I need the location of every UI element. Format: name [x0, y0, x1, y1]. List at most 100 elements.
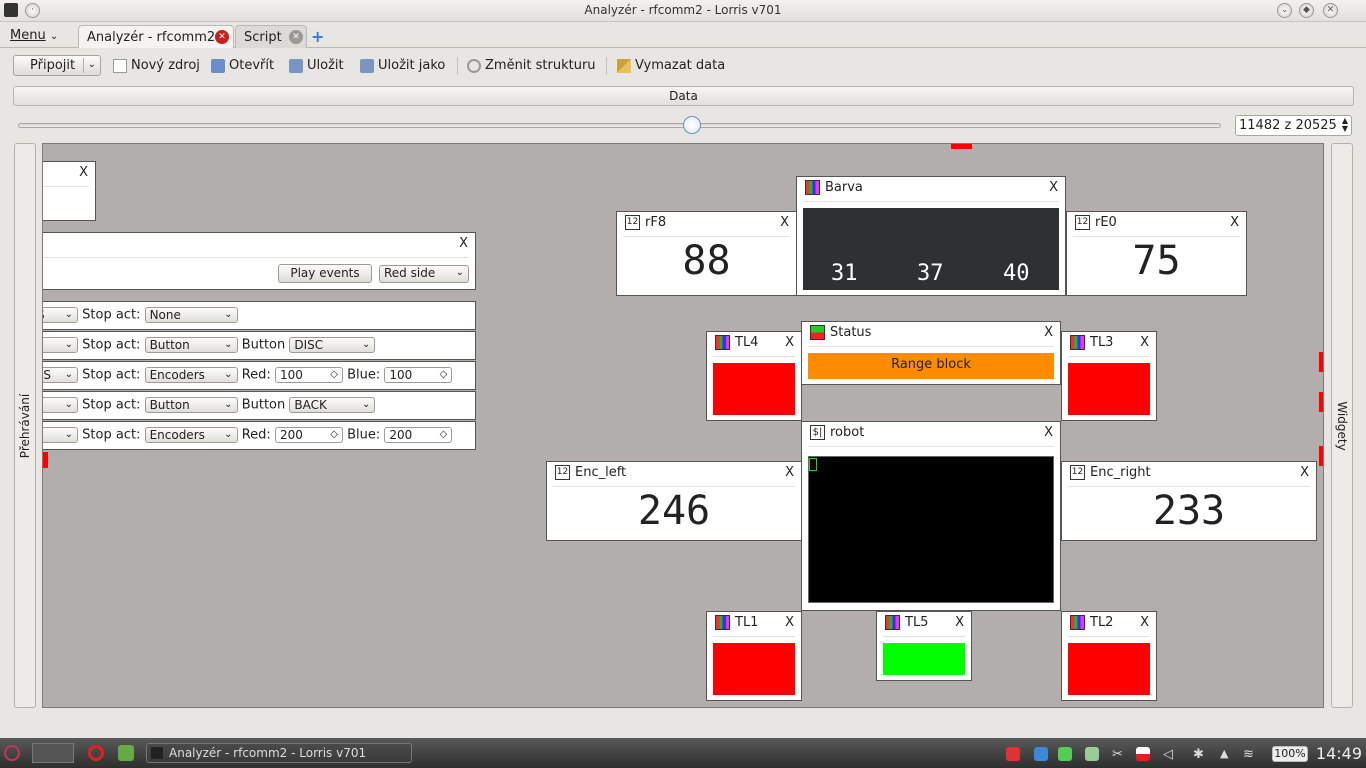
tray-app-icon[interactable]	[1085, 747, 1099, 761]
partial-widget[interactable]: X	[43, 161, 96, 221]
widget-enc-right[interactable]: 12 Enc_right X 233	[1061, 461, 1317, 541]
close-widget-button[interactable]: X	[1140, 335, 1149, 350]
spin-arrows-icon[interactable]: ◇	[440, 428, 448, 442]
close-tab-icon[interactable]: ✕	[215, 30, 229, 44]
taskbar-task-analyzer[interactable]: Analyzér - rfcomm2 - Lorris v701	[146, 743, 412, 763]
play-events-button[interactable]: Play events	[278, 264, 372, 283]
action-select[interactable]: ⌄	[43, 427, 78, 443]
pager-icon[interactable]	[32, 743, 74, 763]
playback-panel-tab[interactable]: Přehrávání	[14, 143, 36, 708]
button-select[interactable]: DISC ⌄	[289, 337, 376, 353]
widget-tl4[interactable]: TL4 X	[706, 331, 802, 421]
spin-arrows-icon[interactable]: ◇	[330, 368, 338, 382]
widget-robot[interactable]: $| robot X	[801, 421, 1061, 611]
blue-spinbox[interactable]: 200 ◇	[384, 427, 453, 443]
close-widget-button[interactable]: X	[1049, 180, 1058, 195]
close-widget-button[interactable]: X	[1044, 425, 1053, 440]
scissors-icon[interactable]: ✂	[1112, 747, 1126, 762]
wifi-icon[interactable]: ≋	[1243, 747, 1257, 762]
spin-arrows-icon[interactable]: ◇	[330, 428, 338, 442]
change-structure-button[interactable]: Změnit strukturu	[467, 58, 596, 73]
add-tab-icon[interactable]: +	[311, 27, 324, 46]
widget-rf8[interactable]: 12 rF8 X 88	[616, 211, 797, 296]
widget-barva[interactable]: Barva X 31 37 40	[796, 176, 1066, 296]
close-tab-icon[interactable]: ✕	[289, 30, 303, 44]
button-select[interactable]: BACK ⌄	[289, 397, 376, 413]
new-source-button[interactable]: Nový zdroj	[113, 58, 200, 73]
close-widget-button[interactable]: X	[79, 165, 88, 180]
debian-menu-icon[interactable]	[4, 745, 20, 761]
minimize-icon[interactable]: ⌄	[1277, 3, 1292, 18]
battery-indicator[interactable]: 100%	[1272, 746, 1308, 762]
widget-enc-left[interactable]: 12 Enc_left X 246	[546, 461, 802, 541]
clear-data-label: Vymazat data	[635, 58, 726, 73]
close-widget-button[interactable]: X	[1140, 615, 1149, 630]
playback-slider[interactable]	[18, 123, 1221, 128]
close-widget-button[interactable]: X	[785, 465, 794, 480]
widget-status[interactable]: Status X Range block	[801, 321, 1061, 385]
close-widget-button[interactable]: X	[1230, 215, 1239, 230]
save-button[interactable]: Uložit	[289, 58, 344, 73]
stop-act-select[interactable]: Encoders ⌄	[144, 427, 238, 443]
bluetooth-icon[interactable]: ✱	[1193, 747, 1207, 762]
czech-flag-icon[interactable]	[1136, 747, 1150, 761]
spin-arrows-icon[interactable]: ▲ ▼	[1342, 117, 1348, 133]
data-section-toggle[interactable]: Data	[13, 86, 1354, 106]
connect-button[interactable]: Připojit ⌄	[13, 55, 101, 76]
script-row[interactable]: RS⌄ Stop act: Encoders⌄ Red: 100◇ Blue: …	[43, 361, 476, 390]
script-widget[interactable]: X Play events Red side ⌄	[43, 232, 476, 290]
close-widget-button[interactable]: X	[1044, 325, 1053, 340]
stop-act-select[interactable]: Button ⌄	[144, 397, 238, 413]
clear-data-button[interactable]: Vymazat data	[617, 58, 725, 73]
maximize-icon[interactable]: ◆	[1299, 3, 1314, 18]
tray-app-icon[interactable]	[1006, 747, 1020, 761]
widget-tl1[interactable]: TL1 X	[706, 611, 802, 701]
dropbox-icon[interactable]	[1034, 747, 1048, 761]
stop-act-select[interactable]: Encoders ⌄	[144, 367, 238, 383]
save-as-button[interactable]: Uložit jako	[360, 58, 445, 73]
stop-act-select[interactable]: None ⌄	[144, 307, 238, 323]
open-button[interactable]: Otevřít	[211, 58, 274, 73]
volume-icon[interactable]: ◁	[1163, 747, 1177, 762]
terminal-widget-icon: $|	[810, 425, 825, 440]
close-widget-button[interactable]: X	[955, 615, 964, 630]
close-window-icon[interactable]: ✕	[1323, 3, 1338, 18]
red-spinbox[interactable]: 200 ◇	[274, 427, 343, 443]
close-widget-button[interactable]: X	[1300, 465, 1309, 480]
action-select[interactable]: S⌄	[43, 307, 78, 323]
red-spinbox[interactable]: 100 ◇	[274, 367, 343, 383]
terminal-screen[interactable]	[808, 456, 1054, 603]
script-row[interactable]: ⌄ Stop act: Button ⌄ Button DISC ⌄	[43, 331, 476, 360]
clock[interactable]: 14:49	[1316, 744, 1362, 763]
menu-button[interactable]: Menu ⌄	[10, 28, 58, 43]
spin-arrows-icon[interactable]: ◇	[440, 368, 448, 382]
action-select[interactable]: ⌄	[43, 397, 78, 413]
checkmark-icon[interactable]	[1058, 747, 1072, 761]
side-select[interactable]: Red side ⌄	[379, 265, 469, 283]
chevron-down-icon[interactable]: ⌄	[88, 59, 96, 70]
widgets-panel-tab[interactable]: Widgety	[1331, 143, 1353, 708]
widget-tl5[interactable]: TL5 X	[876, 611, 972, 681]
close-widget-button[interactable]: X	[780, 215, 789, 230]
action-select[interactable]: ⌄	[43, 337, 78, 353]
close-widget-button[interactable]: X	[459, 236, 468, 251]
tab-script[interactable]: Script ✕	[235, 25, 307, 48]
position-spinbox[interactable]: 11482 z 20525 ▲ ▼	[1235, 115, 1352, 136]
action-select[interactable]: RS ⌄	[43, 367, 78, 383]
script-row[interactable]: S⌄ Stop act: None⌄	[43, 301, 476, 330]
opera-icon[interactable]	[88, 745, 104, 761]
tab-analyzer[interactable]: Analyzér - rfcomm2 ✕	[78, 25, 234, 48]
close-widget-button[interactable]: X	[785, 615, 794, 630]
widget-tl2[interactable]: TL2 X	[1061, 611, 1157, 701]
widget-tl3[interactable]: TL3 X	[1061, 331, 1157, 421]
stop-act-select[interactable]: Button ⌄	[144, 337, 238, 353]
app-launcher-icon[interactable]	[118, 745, 134, 761]
arrow-up-icon[interactable]: ▲	[1220, 747, 1234, 761]
script-row[interactable]: ⌄ Stop act: Button ⌄ Button BACK ⌄	[43, 391, 476, 420]
script-row[interactable]: ⌄ Stop act: Encoders ⌄ Red: 200 ◇ Blue: 20…	[43, 421, 476, 450]
playback-slider-handle[interactable]	[682, 116, 701, 134]
widget-workspace[interactable]: X X Play events Red side⌄ S⌄ Stop act: N…	[42, 143, 1324, 708]
blue-spinbox[interactable]: 100 ◇	[384, 367, 453, 383]
widget-re0[interactable]: 12 rE0 X 75	[1066, 211, 1247, 296]
close-widget-button[interactable]: X	[785, 335, 794, 350]
